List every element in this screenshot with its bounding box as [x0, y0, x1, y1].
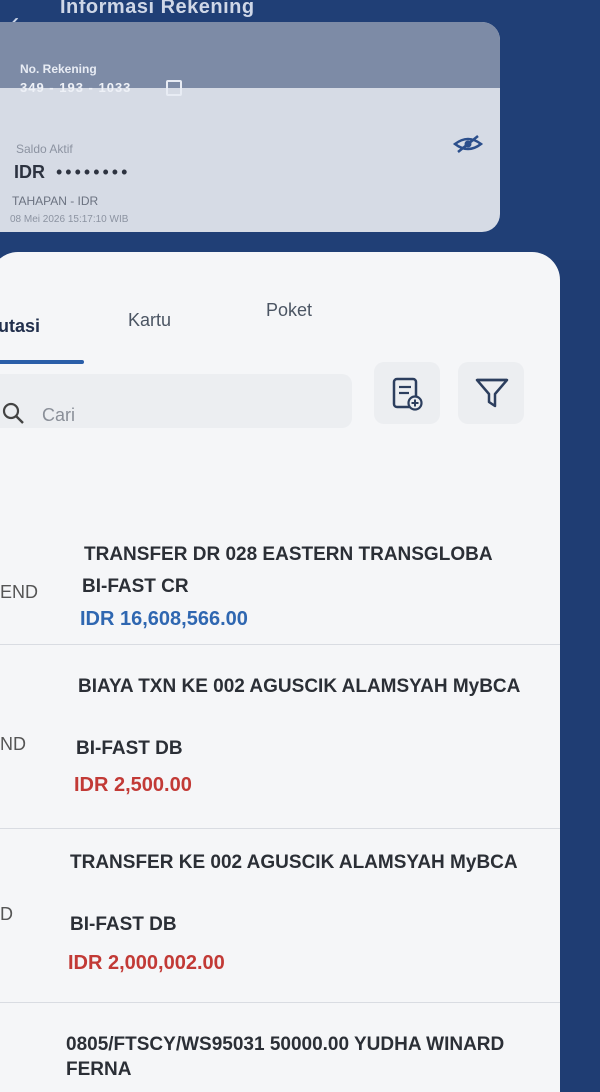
divider — [0, 644, 560, 645]
transaction-amount: IDR 2,500.00 — [74, 774, 192, 796]
balance-masked: •••••••• — [56, 162, 131, 182]
transaction-type: BI-FAST DB — [70, 914, 177, 935]
tab-poket[interactable]: Poket — [266, 300, 312, 321]
balance-currency: IDR — [14, 162, 45, 182]
copy-icon[interactable] — [166, 80, 182, 96]
transaction-description: 0805/FTSCY/WS95031 50000.00 YUDHA WINARD… — [66, 1034, 505, 1080]
transaction-type: BI-FAST CR — [82, 576, 189, 597]
balance-timestamp: 08 Mei 2026 15:17:10 WIB — [10, 214, 129, 225]
transaction-amount: IDR 16,608,566.00 — [80, 608, 248, 630]
tab-mutasi[interactable]: utasi — [0, 316, 40, 337]
account-number: 349 - 193 - 1033 — [20, 80, 132, 95]
transaction-amount: IDR 2,000,002.00 — [68, 952, 225, 974]
tab-kartu[interactable]: Kartu — [128, 310, 171, 331]
account-product: TAHAPAN - IDR — [12, 194, 99, 208]
filter-icon — [475, 378, 509, 408]
transaction-type: BI-FAST DB — [76, 738, 183, 759]
transaction-description: TRANSFER KE 002 AGUSCIK ALAMSYAH MyBCA — [70, 852, 518, 873]
account-card: No. Rekening 349 - 193 - 1033 Saldo Akti… — [0, 22, 500, 232]
filter-button[interactable] — [458, 362, 524, 424]
divider — [0, 1002, 560, 1003]
balance-label: Saldo Aktif — [16, 142, 73, 156]
page-title: Informasi Rekening — [60, 0, 255, 18]
eye-off-icon[interactable] — [452, 134, 484, 154]
transaction-status: ND — [0, 734, 26, 754]
transaction-status: END — [0, 582, 39, 602]
transaction-description: TRANSFER DR 028 EASTERN TRANSGLOBA — [84, 544, 493, 565]
search-icon — [2, 402, 24, 424]
divider — [0, 828, 560, 829]
account-number-label: No. Rekening — [20, 62, 97, 76]
transaction-description: BIAYA TXN KE 002 AGUSCIK ALAMSYAH MyBCA — [78, 676, 521, 697]
transaction-status: D — [0, 904, 13, 924]
active-tab-indicator — [0, 360, 84, 364]
account-card-header — [0, 22, 500, 88]
document-add-icon — [392, 377, 423, 411]
search-input[interactable] — [40, 402, 324, 428]
statement-button[interactable] — [374, 362, 440, 424]
